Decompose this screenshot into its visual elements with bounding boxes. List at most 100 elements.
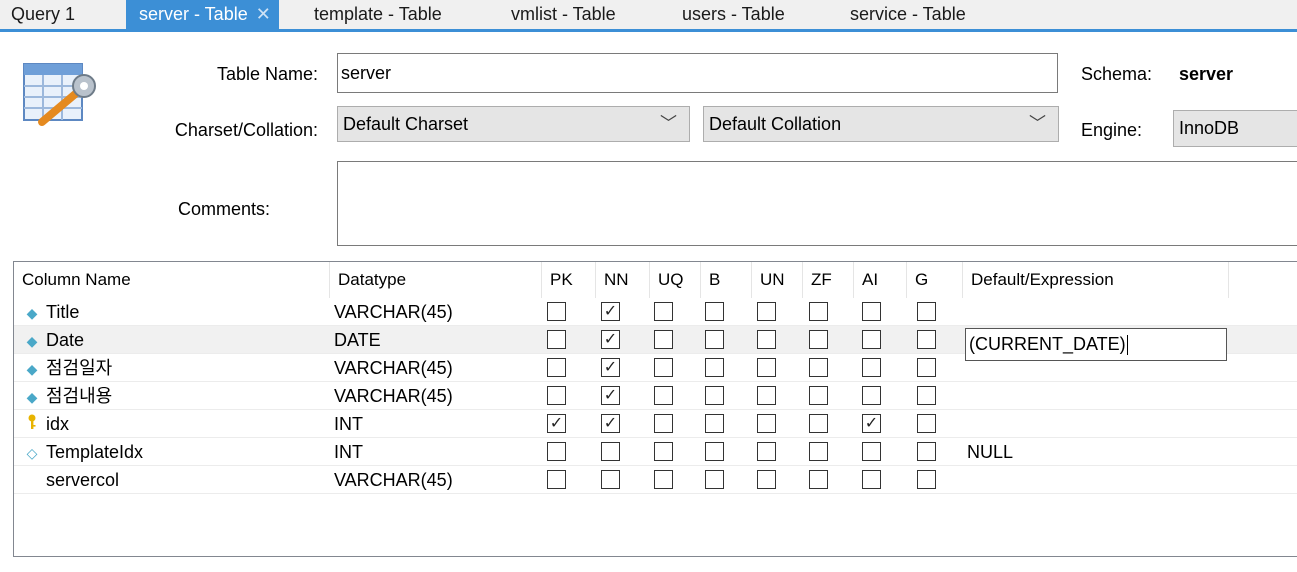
table-row[interactable]: ◇ TemplateIdx INT NULL xyxy=(14,438,1297,466)
g-checkbox[interactable] xyxy=(917,358,936,377)
un-checkbox[interactable] xyxy=(757,470,776,489)
header-default-expression[interactable]: Default/Expression xyxy=(963,262,1229,298)
header-g[interactable]: G xyxy=(907,262,963,298)
uq-checkbox[interactable] xyxy=(654,470,673,489)
pk-checkbox[interactable]: ✓ xyxy=(547,414,566,433)
table-row[interactable]: ◆ Title VARCHAR(45) ✓ xyxy=(14,298,1297,326)
b-checkbox[interactable] xyxy=(705,470,724,489)
header-ai[interactable]: AI xyxy=(854,262,907,298)
uq-checkbox[interactable] xyxy=(654,414,673,433)
datatype-cell[interactable]: INT xyxy=(334,410,363,438)
ai-checkbox[interactable] xyxy=(862,470,881,489)
column-name-cell[interactable]: ◆ 점검내용 xyxy=(24,382,113,410)
ai-checkbox[interactable] xyxy=(862,386,881,405)
column-name-cell[interactable]: ◆ Date xyxy=(24,326,84,354)
tab-query-1[interactable]: Query 1 xyxy=(11,0,75,29)
pk-checkbox[interactable] xyxy=(547,470,566,489)
table-row[interactable]: servercol VARCHAR(45) xyxy=(14,466,1297,494)
header-pk[interactable]: PK xyxy=(542,262,596,298)
g-checkbox[interactable] xyxy=(917,302,936,321)
table-name-input[interactable] xyxy=(337,53,1058,93)
b-checkbox[interactable] xyxy=(705,442,724,461)
un-checkbox[interactable] xyxy=(757,386,776,405)
ai-checkbox[interactable] xyxy=(862,442,881,461)
uq-checkbox[interactable] xyxy=(654,386,673,405)
b-checkbox[interactable] xyxy=(705,330,724,349)
zf-checkbox[interactable] xyxy=(809,386,828,405)
nn-checkbox[interactable]: ✓ xyxy=(601,414,620,433)
column-name-cell[interactable]: servercol xyxy=(24,466,119,494)
column-name-cell[interactable]: ◇ TemplateIdx xyxy=(24,438,143,466)
column-grid[interactable]: Column Name Datatype PK NN UQ B UN ZF AI… xyxy=(13,261,1297,557)
datatype-cell[interactable]: INT xyxy=(334,438,363,466)
pk-checkbox[interactable] xyxy=(547,330,566,349)
g-checkbox[interactable] xyxy=(917,386,936,405)
uq-checkbox[interactable] xyxy=(654,302,673,321)
pk-checkbox[interactable] xyxy=(547,386,566,405)
un-checkbox[interactable] xyxy=(757,358,776,377)
header-column-name[interactable]: Column Name xyxy=(14,262,330,298)
ai-checkbox[interactable] xyxy=(862,302,881,321)
comments-textarea[interactable] xyxy=(337,161,1297,246)
un-checkbox[interactable] xyxy=(757,330,776,349)
header-b[interactable]: B xyxy=(701,262,752,298)
table-row[interactable]: ◆ 점검내용 VARCHAR(45) ✓ xyxy=(14,382,1297,410)
tab-vmlist-table[interactable]: vmlist - Table xyxy=(511,0,616,29)
datatype-cell[interactable]: VARCHAR(45) xyxy=(334,382,453,410)
ai-checkbox[interactable] xyxy=(862,358,881,377)
pk-checkbox[interactable] xyxy=(547,302,566,321)
g-checkbox[interactable] xyxy=(917,330,936,349)
nn-checkbox[interactable]: ✓ xyxy=(601,358,620,377)
header-datatype[interactable]: Datatype xyxy=(330,262,542,298)
engine-select[interactable]: InnoDB xyxy=(1173,110,1297,147)
nn-checkbox[interactable] xyxy=(601,442,620,461)
g-checkbox[interactable] xyxy=(917,442,936,461)
header-nn[interactable]: NN xyxy=(596,262,650,298)
datatype-cell[interactable]: DATE xyxy=(334,326,381,354)
close-icon[interactable]: ✕ xyxy=(256,4,271,24)
zf-checkbox[interactable] xyxy=(809,330,828,349)
tab-service-table[interactable]: service - Table xyxy=(850,0,966,29)
collation-select[interactable]: Default Collation ﹀ xyxy=(703,106,1059,142)
g-checkbox[interactable] xyxy=(917,414,936,433)
header-uq[interactable]: UQ xyxy=(650,262,701,298)
tab-server-table[interactable]: server - Table ✕ xyxy=(126,0,279,29)
datatype-cell[interactable]: VARCHAR(45) xyxy=(334,354,453,382)
uq-checkbox[interactable] xyxy=(654,330,673,349)
ai-checkbox[interactable]: ✓ xyxy=(862,414,881,433)
table-row[interactable]: ◆ Date DATE ✓ (CURRENT_DATE) xyxy=(14,326,1297,361)
g-checkbox[interactable] xyxy=(917,470,936,489)
b-checkbox[interactable] xyxy=(705,302,724,321)
b-checkbox[interactable] xyxy=(705,414,724,433)
nn-checkbox[interactable]: ✓ xyxy=(601,302,620,321)
zf-checkbox[interactable] xyxy=(809,470,828,489)
header-un[interactable]: UN xyxy=(752,262,803,298)
uq-checkbox[interactable] xyxy=(654,358,673,377)
un-checkbox[interactable] xyxy=(757,442,776,461)
header-zf[interactable]: ZF xyxy=(803,262,854,298)
ai-checkbox[interactable] xyxy=(862,330,881,349)
column-name-cell[interactable]: ◆ 점검일자 xyxy=(24,354,113,382)
nn-checkbox[interactable] xyxy=(601,470,620,489)
table-row[interactable]: idx INT ✓ ✓ ✓ xyxy=(14,410,1297,438)
un-checkbox[interactable] xyxy=(757,414,776,433)
pk-checkbox[interactable] xyxy=(547,358,566,377)
nn-checkbox[interactable]: ✓ xyxy=(601,330,620,349)
zf-checkbox[interactable] xyxy=(809,442,828,461)
column-name-cell[interactable]: idx xyxy=(24,410,69,438)
zf-checkbox[interactable] xyxy=(809,414,828,433)
zf-checkbox[interactable] xyxy=(809,302,828,321)
column-name-cell[interactable]: ◆ Title xyxy=(24,298,80,326)
tab-template-table[interactable]: template - Table xyxy=(314,0,442,29)
datatype-cell[interactable]: VARCHAR(45) xyxy=(334,298,453,326)
default-expression-cell[interactable]: NULL xyxy=(967,438,1013,466)
b-checkbox[interactable] xyxy=(705,386,724,405)
datatype-cell[interactable]: VARCHAR(45) xyxy=(334,466,453,494)
un-checkbox[interactable] xyxy=(757,302,776,321)
charset-select[interactable]: Default Charset ﹀ xyxy=(337,106,690,142)
tab-users-table[interactable]: users - Table xyxy=(682,0,785,29)
zf-checkbox[interactable] xyxy=(809,358,828,377)
nn-checkbox[interactable]: ✓ xyxy=(601,386,620,405)
uq-checkbox[interactable] xyxy=(654,442,673,461)
b-checkbox[interactable] xyxy=(705,358,724,377)
